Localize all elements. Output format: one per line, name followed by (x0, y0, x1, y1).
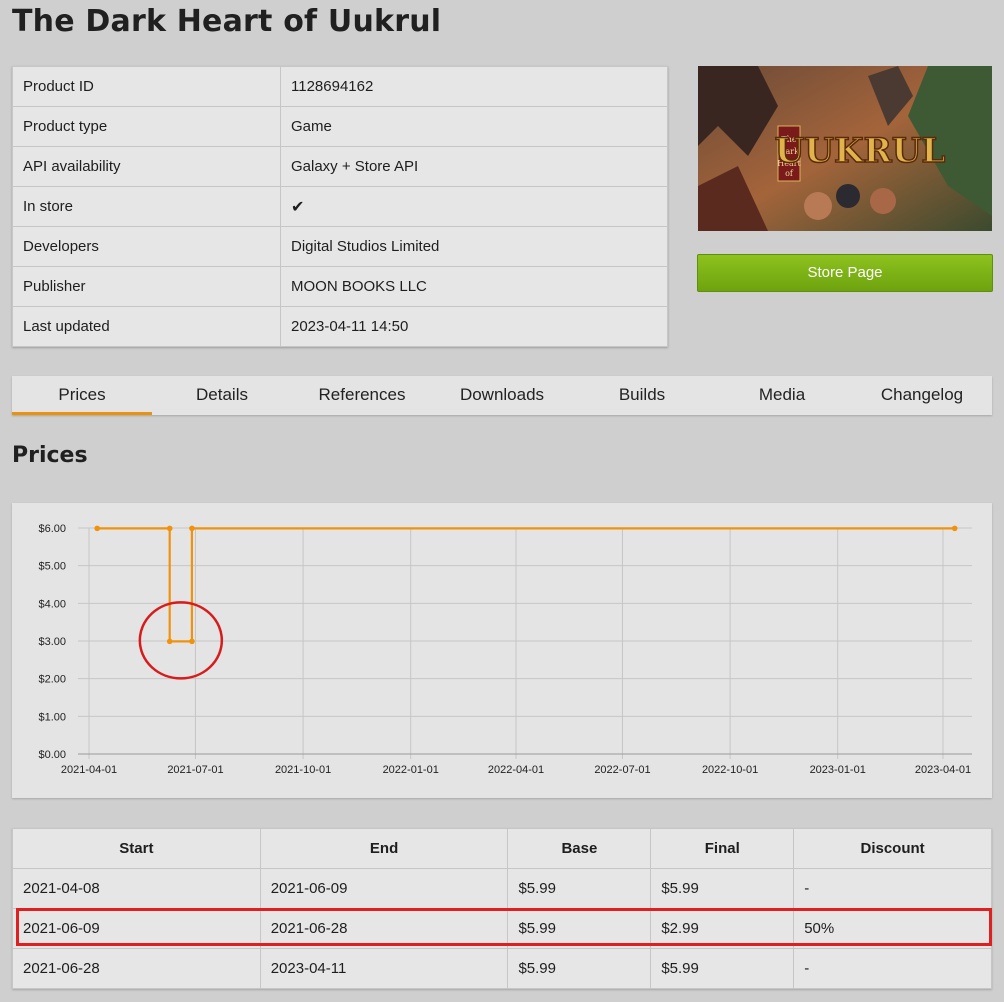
y-tick-label: $3.00 (38, 636, 66, 648)
price-point[interactable] (94, 525, 100, 532)
price-series-line (97, 527, 955, 643)
tab-bar: Prices Details References Downloads Builds Me… (12, 376, 992, 415)
tab-media[interactable]: Media (712, 376, 852, 415)
info-value: MOON BOOKS LLC (280, 266, 668, 307)
x-tick-label: 2022-01-01 (383, 764, 439, 776)
x-tick-label: 2022-07-01 (594, 764, 650, 776)
info-row: Developers Digital Studios Limited (12, 226, 668, 267)
price-point[interactable] (189, 638, 195, 645)
price-point[interactable] (189, 525, 195, 532)
price-point[interactable] (166, 525, 173, 532)
info-row: Product type Game (12, 106, 668, 147)
price-point[interactable] (166, 638, 173, 645)
info-value: Galaxy + Store API (280, 146, 668, 187)
x-tick-label: 2021-04-01 (61, 764, 117, 776)
tab-builds[interactable]: Builds (572, 376, 712, 415)
info-row: API availability Galaxy + Store API (12, 146, 668, 187)
table-cell: $2.99 (650, 908, 795, 949)
table-cell: 2021-06-28 (259, 908, 509, 949)
store-page-button[interactable]: Store Page (697, 254, 993, 292)
y-tick-label: $6.00 (38, 523, 66, 535)
column-header-end[interactable]: End (259, 828, 509, 869)
table-cell: 50% (793, 908, 992, 949)
y-tick-label: $1.00 (38, 711, 66, 723)
y-tick-label: $4.00 (38, 598, 66, 610)
info-key: Product type (12, 106, 281, 147)
y-tick-label: $0.00 (38, 749, 66, 761)
prices-section-title: Prices (12, 443, 88, 468)
x-tick-label: 2023-04-01 (915, 764, 971, 776)
info-value: 2023-04-11 14:50 (280, 306, 668, 347)
tab-prices[interactable]: Prices (12, 376, 152, 415)
info-value: Game (280, 106, 668, 147)
table-row: 2021-06-09 2021-06-28 $5.99 $2.99 50% (12, 908, 992, 949)
y-tick-label: $2.00 (38, 674, 66, 686)
column-header-final[interactable]: Final (650, 828, 795, 869)
price-history-table: Start End Base Final Discount 2021-04-08 2021… (12, 828, 992, 989)
table-cell: 2021-06-09 (12, 908, 261, 949)
info-value: Digital Studios Limited (280, 226, 668, 267)
table-cell: $5.99 (507, 948, 652, 989)
info-row: Publisher MOON BOOKS LLC (12, 266, 668, 307)
x-tick-label: 2021-07-01 (167, 764, 223, 776)
page-title: The Dark Heart of Uukrul (12, 4, 442, 39)
price-history-chart: $0.00 $1.00 $2.00 $3.00 $4.00 $5.00 $6.00 2021-… (12, 503, 992, 798)
table-cell: 2021-06-28 (12, 948, 261, 989)
table-cell: - (793, 948, 992, 989)
info-key: API availability (12, 146, 281, 187)
cover-title-large: UUKRUL (775, 131, 946, 171)
info-value: 1128694162 (280, 66, 668, 107)
table-cell: $5.99 (507, 868, 652, 909)
x-tick-label: 2022-04-01 (488, 764, 544, 776)
column-header-discount[interactable]: Discount (793, 828, 992, 869)
info-row: In store ✔ (12, 186, 668, 227)
info-key: Publisher (12, 266, 281, 307)
tab-changelog[interactable]: Changelog (852, 376, 992, 415)
info-key: Last updated (12, 306, 281, 347)
x-tick-label: 2022-10-01 (702, 764, 758, 776)
table-row: 2021-06-28 2023-04-11 $5.99 $5.99- (12, 948, 992, 989)
tab-references[interactable]: References (292, 376, 432, 415)
in-store-check-icon: ✔ (280, 186, 668, 227)
info-row: Last updated 2023-04-11 14:50 (12, 306, 668, 347)
table-cell: 2021-06-09 (259, 868, 509, 909)
info-row: Product ID 1128694162 (12, 66, 668, 107)
x-tick-label: 2023-01-01 (810, 764, 866, 776)
price-point[interactable] (951, 525, 958, 532)
tab-downloads[interactable]: Downloads (432, 376, 572, 415)
product-info-table: Product ID 1128694162 Product type Game API … (12, 66, 668, 347)
y-tick-label: $5.00 (38, 561, 66, 573)
tab-details[interactable]: Details (152, 376, 292, 415)
column-header-start[interactable]: Start (12, 828, 261, 869)
info-key: In store (12, 186, 281, 227)
table-cell: $5.99 (650, 868, 795, 909)
table-cell: - (793, 868, 992, 909)
table-cell: 2023-04-11 (259, 948, 509, 989)
column-header-base[interactable]: Base (507, 828, 652, 869)
info-key: Developers (12, 226, 281, 267)
table-cell: 2021-04-08 (12, 868, 261, 909)
x-tick-label: 2021-10-01 (275, 764, 331, 776)
table-row: 2021-04-08 2021-06-09 $5.99 $5.99- (12, 868, 992, 909)
game-cover-image: The Dark Heart of UUKRUL (698, 66, 992, 231)
info-key: Product ID (12, 66, 281, 107)
price-chart-svg: $0.00 $1.00 $2.00 $3.00 $4.00 $5.00 $6.00 2021-… (38, 523, 972, 776)
table-cell: $5.99 (507, 908, 652, 949)
table-cell: $5.99 (650, 948, 795, 989)
